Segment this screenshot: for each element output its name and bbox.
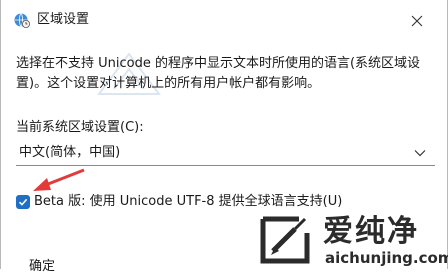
close-button[interactable] (403, 8, 431, 34)
window-title: 区域设置 (37, 12, 90, 27)
annotation-arrow-icon (33, 168, 85, 191)
locale-select-value: 中文(简体，中国) (19, 145, 121, 160)
description-text: 选择在不支持 Unicode 的程序中显示文本时所使用的语言(系统区域设置)。这… (16, 56, 421, 91)
title-bar: 区域设置 (1, 0, 447, 40)
brand-url: aichunjing.com (325, 249, 448, 267)
chevron-down-icon (414, 150, 426, 157)
watermark-brand: 爱纯净 aichunjing.com (257, 209, 448, 269)
beta-utf8-checkbox[interactable] (16, 195, 30, 209)
close-icon (411, 15, 423, 27)
brand-name: 爱纯净 (323, 214, 419, 249)
locale-select[interactable]: 中文(简体，中国) (16, 141, 435, 166)
current-locale-label: 当前系统区域设置(C): (16, 120, 144, 135)
checkmark-icon (18, 198, 28, 206)
cutoff-button-text: 确定 (29, 259, 56, 274)
brand-logo-icon (260, 216, 310, 264)
region-settings-dialog: 区域设置 选择在不支持 Unicode 的程序中显示文本时所使用的语言(系统区域… (0, 0, 448, 274)
globe-clock-icon (14, 13, 30, 28)
